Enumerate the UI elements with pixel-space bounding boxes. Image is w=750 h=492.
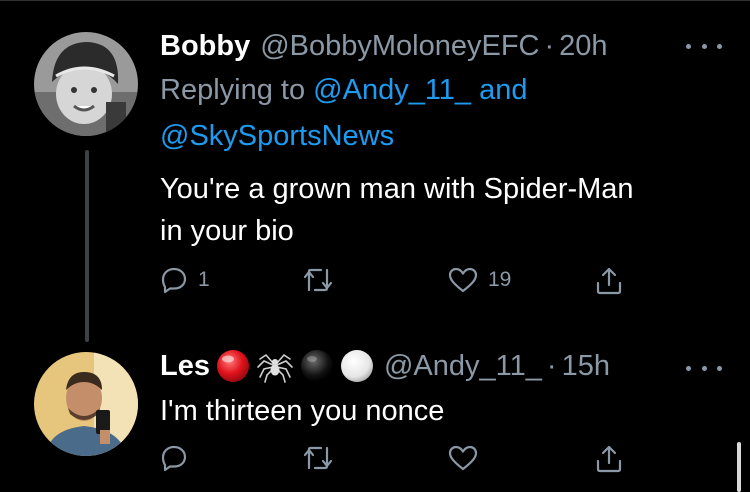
black-circle-emoji (300, 349, 334, 383)
red-circle-emoji (216, 349, 250, 383)
bobby-action-bar: 1 19 (0, 266, 750, 306)
share-button[interactable] (594, 444, 624, 474)
reply-icon (161, 267, 187, 294)
mention-skysportsnews[interactable]: @SkySportsNews (160, 120, 394, 152)
replying-to-second-line: @SkySportsNews (160, 118, 394, 154)
author-handle[interactable]: @Andy_11_ (384, 348, 542, 384)
bobby-tweet-text: You're a grown man with Spider-Man in yo… (160, 168, 720, 252)
like-icon (448, 267, 478, 293)
retweet-icon (303, 446, 333, 470)
author-handle[interactable]: @BobbyMoloneyEFC (260, 28, 539, 64)
separator-dot: · (546, 350, 557, 382)
share-icon (596, 267, 622, 295)
like-button[interactable] (448, 444, 478, 472)
share-button[interactable] (594, 266, 624, 296)
timestamp[interactable]: 20h (559, 28, 607, 64)
mention-and-word[interactable]: and (479, 74, 527, 106)
les-action-bar (0, 444, 750, 484)
tweet-text-line-2: in your bio (160, 215, 294, 247)
like-icon (448, 445, 478, 471)
white-circle-emoji (340, 349, 374, 383)
spider-emoji (256, 349, 294, 383)
les-tweet-text: I'm thirteen you nonce (160, 395, 445, 427)
les-avatar[interactable] (34, 352, 138, 456)
retweet-icon (303, 268, 333, 292)
more-icon[interactable] (686, 358, 722, 378)
timestamp[interactable]: 15h (562, 348, 610, 384)
reply-button[interactable]: 1 (160, 266, 210, 294)
author-name[interactable]: Bobby (160, 28, 250, 64)
top-divider (0, 0, 750, 1)
like-button[interactable]: 19 (448, 266, 511, 294)
bobby-avatar[interactable] (34, 32, 138, 136)
reply-icon (161, 445, 187, 472)
author-name[interactable]: Les (160, 348, 210, 384)
separator-dot: · (544, 30, 555, 62)
thread-line (85, 150, 89, 342)
share-icon (596, 445, 622, 473)
replying-prefix: Replying to (160, 74, 306, 106)
scroll-indicator[interactable] (737, 442, 741, 492)
les-tweet-header: Les @Andy_11_ · 15h (160, 348, 610, 384)
retweet-button[interactable] (302, 266, 334, 294)
more-icon[interactable] (686, 36, 722, 56)
reply-button[interactable] (160, 444, 188, 472)
tweet-text-line-1: You're a grown man with Spider-Man (160, 173, 634, 205)
replying-to: Replying to @Andy_11_ and (160, 72, 528, 108)
reply-count: 1 (198, 268, 210, 291)
retweet-button[interactable] (302, 444, 334, 472)
bobby-tweet-header: Bobby @BobbyMoloneyEFC · 20h (160, 28, 608, 64)
mention-andy[interactable]: @Andy_11_ (313, 74, 471, 106)
like-count: 19 (488, 268, 512, 291)
